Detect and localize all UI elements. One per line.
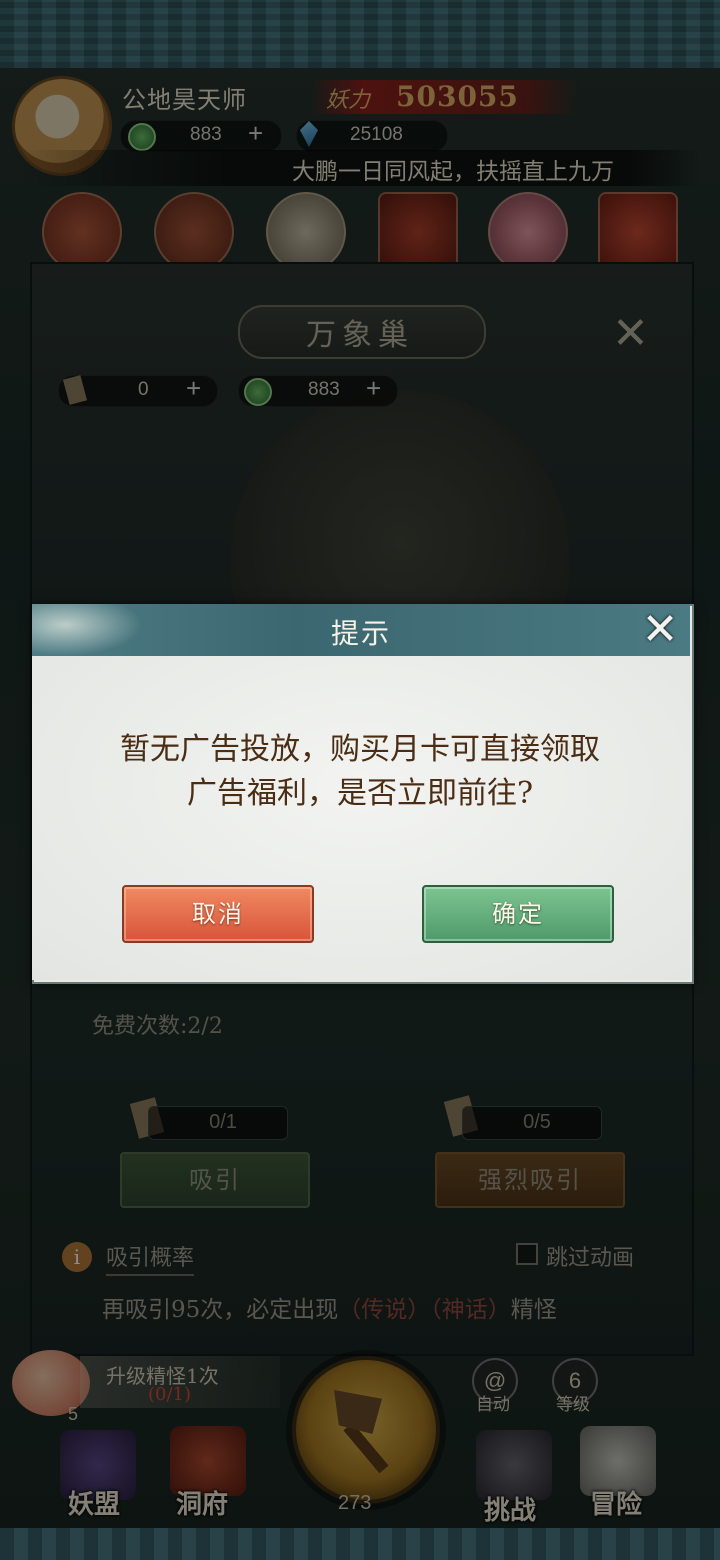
dialog-close-icon[interactable]: ✕ xyxy=(636,606,684,654)
top-decor-strip xyxy=(0,0,720,68)
dialog-message-line1: 暂无广告投放，购买月卡可直接领取 xyxy=(120,732,600,767)
dialog-message: 暂无广告投放，购买月卡可直接领取 广告福利，是否立即前往? xyxy=(60,728,660,816)
bottom-decor-strip xyxy=(0,1528,720,1560)
confirm-button-label: 确定 xyxy=(492,900,544,928)
confirm-button[interactable]: 确定 xyxy=(422,885,614,943)
cancel-button[interactable]: 取消 xyxy=(122,885,314,943)
cancel-button-label: 取消 xyxy=(192,900,244,928)
dialog-title: 提示 xyxy=(330,617,391,650)
dialog-message-line2: 广告福利，是否立即前往? xyxy=(186,776,534,811)
